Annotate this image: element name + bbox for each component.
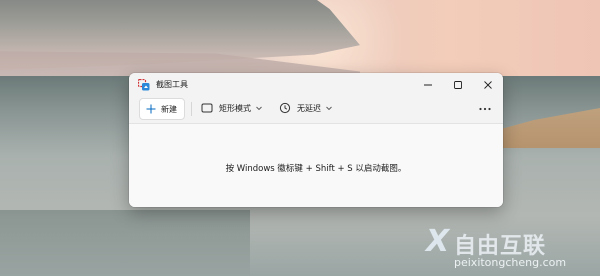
more-options-icon[interactable] [477, 102, 493, 116]
rectangle-mode-icon [201, 103, 213, 113]
minimize-icon [424, 84, 432, 86]
snip-mode-dropdown[interactable]: 矩形模式 [201, 98, 263, 118]
snipping-tool-window: 截图工具 新建 矩形模式 无延迟 按 Windows 徽标键 + Shift +… [129, 73, 503, 207]
minimize-button[interactable] [413, 73, 443, 97]
watermark-mark: X [426, 224, 450, 259]
delay-label: 无延迟 [297, 103, 321, 113]
title-bar[interactable]: 截图工具 [129, 73, 503, 97]
snip-content-area: 按 Windows 徽标键 + Shift + S 以启动截图。 [129, 124, 503, 207]
window-title: 截图工具 [156, 80, 188, 89]
toolbar-divider [191, 102, 192, 116]
chevron-down-icon [326, 106, 332, 111]
close-button[interactable] [473, 73, 503, 97]
delay-dropdown[interactable]: 无延迟 [279, 98, 333, 118]
close-icon [484, 81, 492, 89]
watermark: X 自由互联 peixitongcheng.com [426, 222, 596, 274]
wallpaper-reflection [0, 210, 250, 276]
snip-mode-label: 矩形模式 [219, 103, 251, 113]
timer-icon [279, 102, 291, 114]
snipping-tool-app-icon [138, 79, 150, 91]
shortcut-hint: 按 Windows 徽标键 + Shift + S 以启动截图。 [225, 164, 407, 174]
plus-icon [146, 104, 156, 114]
new-snip-label: 新建 [161, 104, 177, 114]
toolbar: 新建 矩形模式 无延迟 [129, 97, 503, 124]
maximize-icon [454, 81, 462, 89]
maximize-button[interactable] [443, 73, 473, 97]
watermark-url: peixitongcheng.com [454, 256, 567, 269]
chevron-down-icon [256, 106, 262, 111]
new-snip-button[interactable]: 新建 [139, 98, 185, 120]
